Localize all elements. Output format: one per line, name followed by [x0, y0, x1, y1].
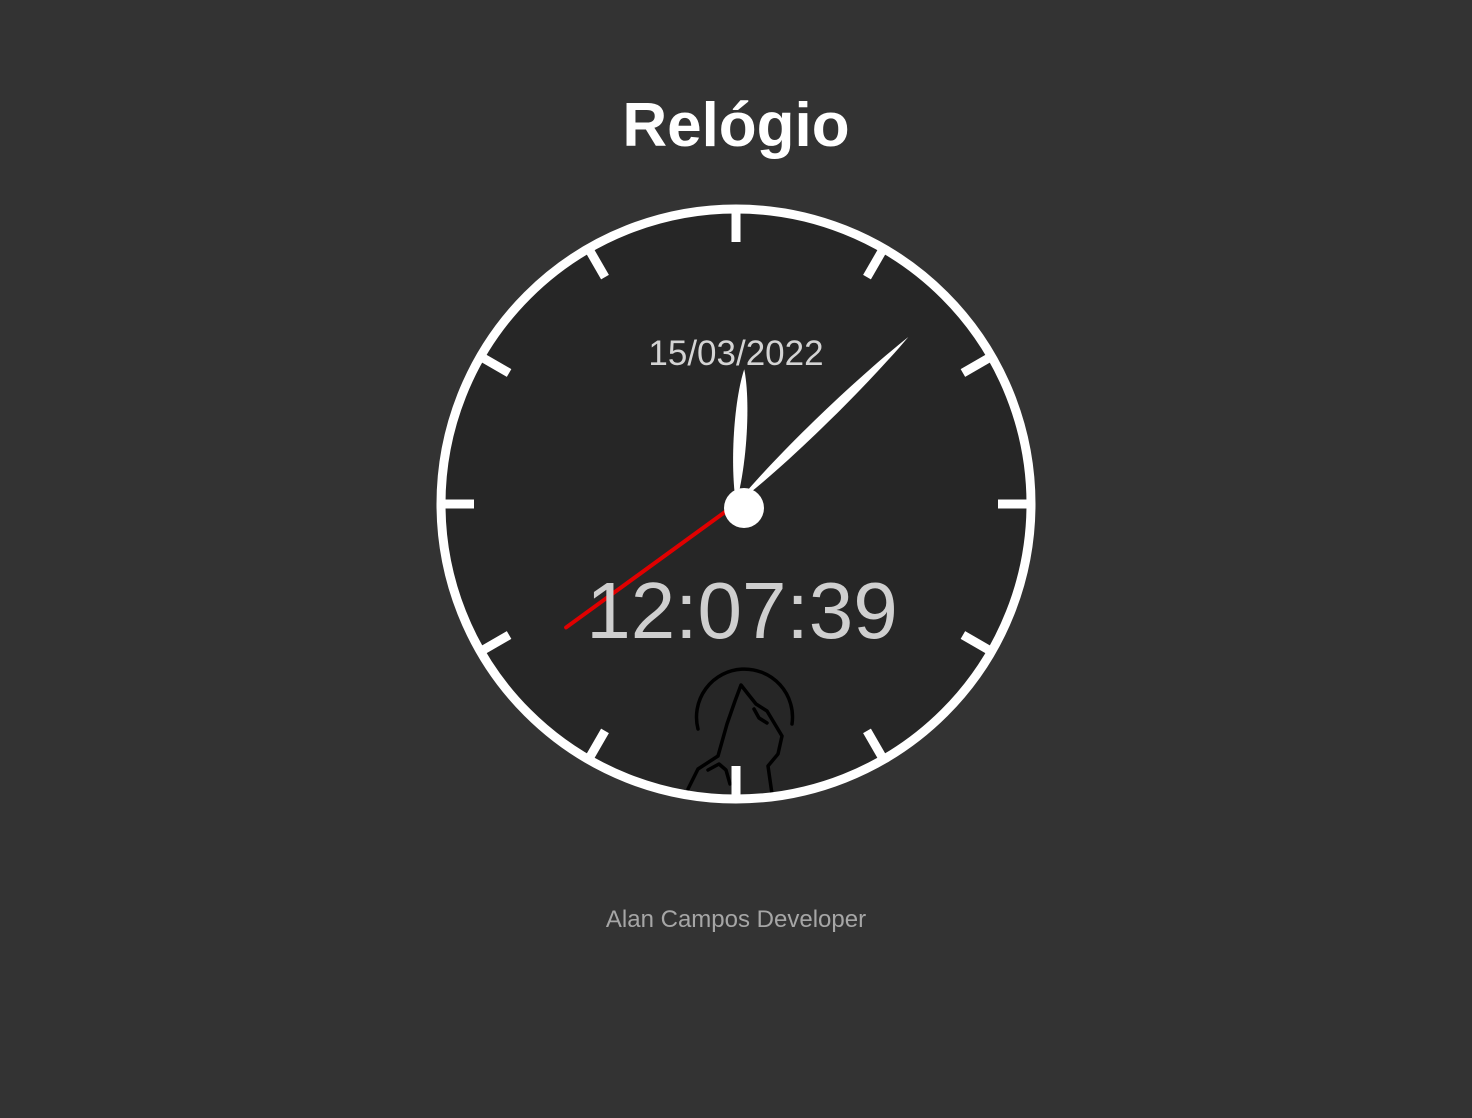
page-title: Relógio	[622, 91, 850, 160]
date-display: 15/03/2022	[648, 334, 824, 373]
clock-face-graphic	[436, 204, 1036, 804]
page: Relógio 15/03/2022 12:07:39 Alan Campos …	[0, 0, 1472, 1118]
digital-time-display: 12:07:39	[586, 566, 898, 655]
center-cap	[724, 488, 764, 528]
footer-credit: Alan Campos Developer	[605, 906, 867, 933]
analog-clock: 15/03/2022 12:07:39	[436, 204, 1036, 804]
